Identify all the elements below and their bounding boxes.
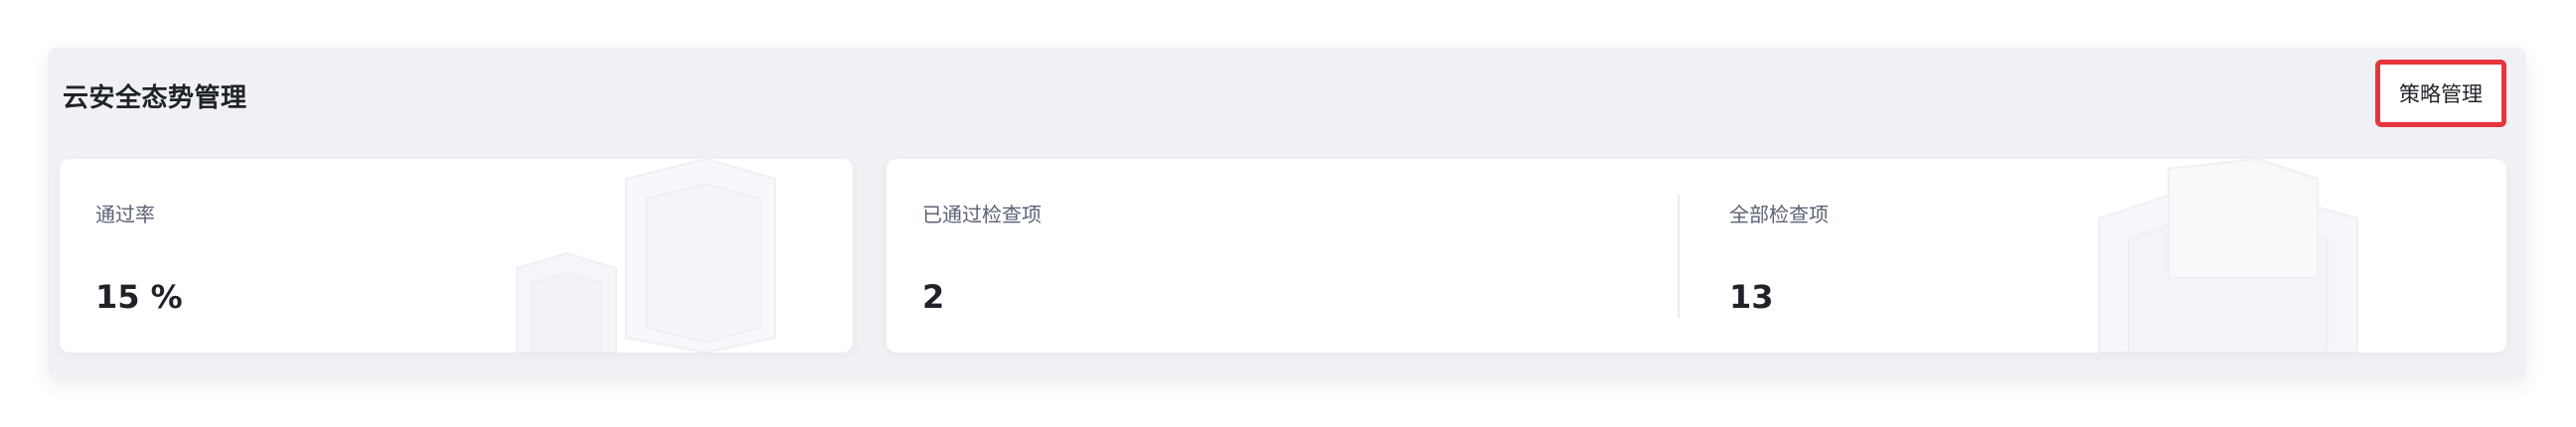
all-checks-value: 13 bbox=[1729, 278, 1774, 316]
panel-title: 云安全态势管理 bbox=[63, 83, 247, 113]
all-checks-label: 全部检查项 bbox=[1729, 203, 1829, 226]
passed-checks-value: 2 bbox=[922, 278, 945, 316]
decorative-cubes-icon bbox=[516, 159, 776, 353]
pass-rate-label: 通过率 bbox=[95, 203, 155, 226]
passed-checks-label: 已通过检查项 bbox=[922, 203, 1042, 226]
check-items-card: 已通过检查项 2 全部检查项 13 bbox=[886, 159, 2506, 353]
decorative-cubes-icon bbox=[2098, 159, 2358, 353]
pass-rate-value: 15 % bbox=[95, 278, 183, 316]
pass-rate-card: 通过率 15 % bbox=[60, 159, 853, 353]
metric-divider bbox=[1678, 195, 1680, 318]
policy-management-button[interactable]: 策略管理 bbox=[2375, 60, 2506, 127]
